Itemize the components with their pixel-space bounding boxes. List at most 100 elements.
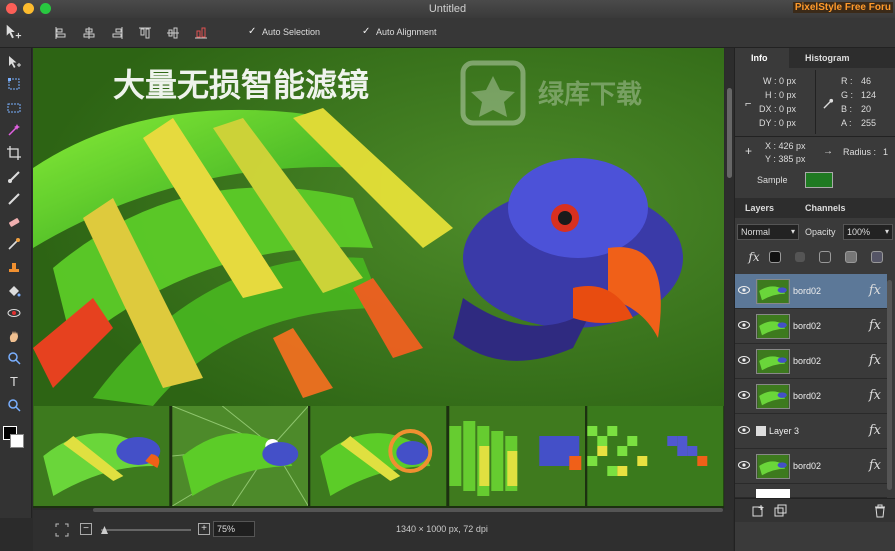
- eye-icon[interactable]: [738, 320, 750, 330]
- fx-icon[interactable]: fx: [869, 283, 881, 298]
- smudge-tool-icon[interactable]: [4, 326, 24, 346]
- text-layer-icon: [756, 426, 766, 436]
- layer-name: bord02: [793, 286, 822, 296]
- eye-icon[interactable]: [738, 425, 750, 435]
- parrot-image: 大量无损智能滤镜 绿库下载: [33, 48, 724, 406]
- stamp-tool-icon[interactable]: [4, 257, 24, 277]
- info-b-value: 20: [861, 104, 872, 114]
- info-a-label: A :: [841, 118, 852, 128]
- tab-channels[interactable]: Channels: [789, 198, 895, 218]
- fit-to-window-icon[interactable]: [55, 523, 69, 537]
- zoom-slider[interactable]: [101, 526, 191, 534]
- layer-name: bord02: [793, 321, 822, 331]
- align-left-icon[interactable]: [52, 24, 70, 42]
- layer-row[interactable]: bord02 fx: [735, 274, 887, 309]
- tab-layers[interactable]: Layers: [735, 198, 789, 218]
- eye-icon[interactable]: [738, 355, 750, 365]
- chevron-down-icon: ▾: [884, 227, 889, 236]
- fx-icon[interactable]: fx: [869, 388, 881, 403]
- layer-thumbnail: [756, 314, 790, 339]
- fx-icon[interactable]: fx: [869, 458, 881, 473]
- info-height: H : 0 px: [765, 90, 797, 100]
- fx-icon[interactable]: fx: [747, 250, 761, 264]
- mask-outline-icon[interactable]: [819, 251, 831, 263]
- canvas-vertical-scrollbar[interactable]: [725, 48, 734, 510]
- align-bottom-icon[interactable]: [192, 24, 210, 42]
- mask-gray-icon[interactable]: [795, 252, 805, 262]
- tab-histogram[interactable]: Histogram: [789, 48, 895, 68]
- title-bar: Untitled PixelStyle Free Foru: [0, 0, 895, 18]
- layer-thumbnail: [756, 454, 790, 479]
- align-top-icon[interactable]: [136, 24, 154, 42]
- layer-row[interactable]: [735, 484, 887, 499]
- new-layer-icon[interactable]: [751, 504, 765, 518]
- move-tool-icon[interactable]: [4, 52, 24, 72]
- mask-fill-icon[interactable]: [845, 251, 857, 263]
- layer-row[interactable]: bord02 fx: [735, 449, 887, 484]
- trash-icon[interactable]: [873, 504, 887, 518]
- crop-tool-icon[interactable]: [4, 143, 24, 163]
- canvas-horizontal-scrollbar[interactable]: [93, 508, 723, 512]
- opacity-select[interactable]: 100% ▾: [843, 224, 893, 240]
- zoom-tool-icon[interactable]: [4, 348, 24, 368]
- eye-icon[interactable]: [738, 390, 750, 400]
- redeye-tool-icon[interactable]: [4, 303, 24, 323]
- thumbnail-blur[interactable]: [33, 406, 170, 506]
- rect-select-tool-icon[interactable]: [4, 98, 24, 118]
- radius-value: 1: [883, 147, 889, 157]
- layer-row[interactable]: bord02 fx: [735, 379, 887, 414]
- transform-tool-icon[interactable]: [4, 74, 24, 94]
- eye-icon[interactable]: [738, 460, 750, 470]
- paint-bucket-tool-icon[interactable]: [4, 281, 24, 301]
- info-x: X : 426 px: [765, 141, 806, 151]
- align-middle-icon[interactable]: [164, 24, 182, 42]
- scrollbar-thumb[interactable]: [727, 88, 732, 178]
- eye-icon[interactable]: [738, 285, 750, 295]
- tab-info[interactable]: Info: [735, 48, 789, 68]
- info-a-value: 255: [861, 118, 877, 128]
- pencil-tool-icon[interactable]: [4, 189, 24, 209]
- text-tool-icon[interactable]: T: [4, 371, 24, 391]
- zoom-slider-knob[interactable]: [101, 526, 108, 534]
- zoom-out-button[interactable]: −: [80, 523, 92, 535]
- layers-tabs: Layers Channels: [735, 198, 895, 218]
- brush-tool-icon[interactable]: [4, 167, 24, 187]
- auto-alignment-checkbox[interactable]: ✓ Auto Alignment: [362, 27, 437, 38]
- blend-mode-select[interactable]: Normal ▾: [737, 224, 799, 240]
- duplicate-layer-icon[interactable]: [773, 504, 787, 518]
- chevron-down-icon: ▾: [790, 227, 795, 236]
- layer-row[interactable]: bord02 fx: [735, 344, 887, 379]
- mask-gradient-icon[interactable]: [871, 251, 883, 263]
- align-right-icon[interactable]: [108, 24, 126, 42]
- info-b-label: B :: [841, 104, 853, 114]
- eyedropper-icon: [823, 98, 834, 111]
- background-color-swatch[interactable]: [10, 434, 24, 448]
- align-center-icon[interactable]: [80, 24, 98, 42]
- fx-icon[interactable]: fx: [869, 423, 881, 438]
- magnifier-tool-icon[interactable]: [4, 395, 24, 415]
- thumbnail-pixelate[interactable]: [587, 406, 724, 506]
- fx-icon[interactable]: fx: [869, 353, 881, 368]
- auto-selection-checkbox[interactable]: ✓ Auto Selection: [248, 27, 320, 38]
- eyedropper-tool-icon[interactable]: [4, 234, 24, 254]
- magic-wand-tool-icon[interactable]: [4, 120, 24, 140]
- sample-color-swatch: [805, 172, 833, 188]
- thumbnail-mosaic[interactable]: [449, 406, 586, 506]
- thumbnail-halo[interactable]: [310, 406, 447, 506]
- layer-name: Layer 3: [769, 426, 800, 436]
- move-tool-options-icon[interactable]: [4, 23, 26, 43]
- eraser-tool-icon[interactable]: [4, 212, 24, 232]
- document-canvas[interactable]: 大量无损智能滤镜 绿库下载: [33, 48, 724, 508]
- layers-scrollbar[interactable]: [887, 280, 892, 490]
- layer-row[interactable]: bord02 fx: [735, 309, 887, 344]
- layer-row[interactable]: Layer 3 fx: [735, 414, 887, 449]
- thumbnail-radial-burst[interactable]: [171, 406, 309, 506]
- align-buttons-group: [52, 24, 210, 42]
- sample-label: Sample: [757, 175, 788, 185]
- mask-black-icon[interactable]: [769, 251, 781, 263]
- zoom-level-field[interactable]: 75%: [213, 521, 255, 537]
- zoom-in-button[interactable]: +: [198, 523, 210, 535]
- fx-icon[interactable]: fx: [869, 318, 881, 333]
- layer-thumbnail: [756, 349, 790, 374]
- layers-list: bord02 fx bord02 fx bord02 fx bord02 fx …: [735, 274, 887, 499]
